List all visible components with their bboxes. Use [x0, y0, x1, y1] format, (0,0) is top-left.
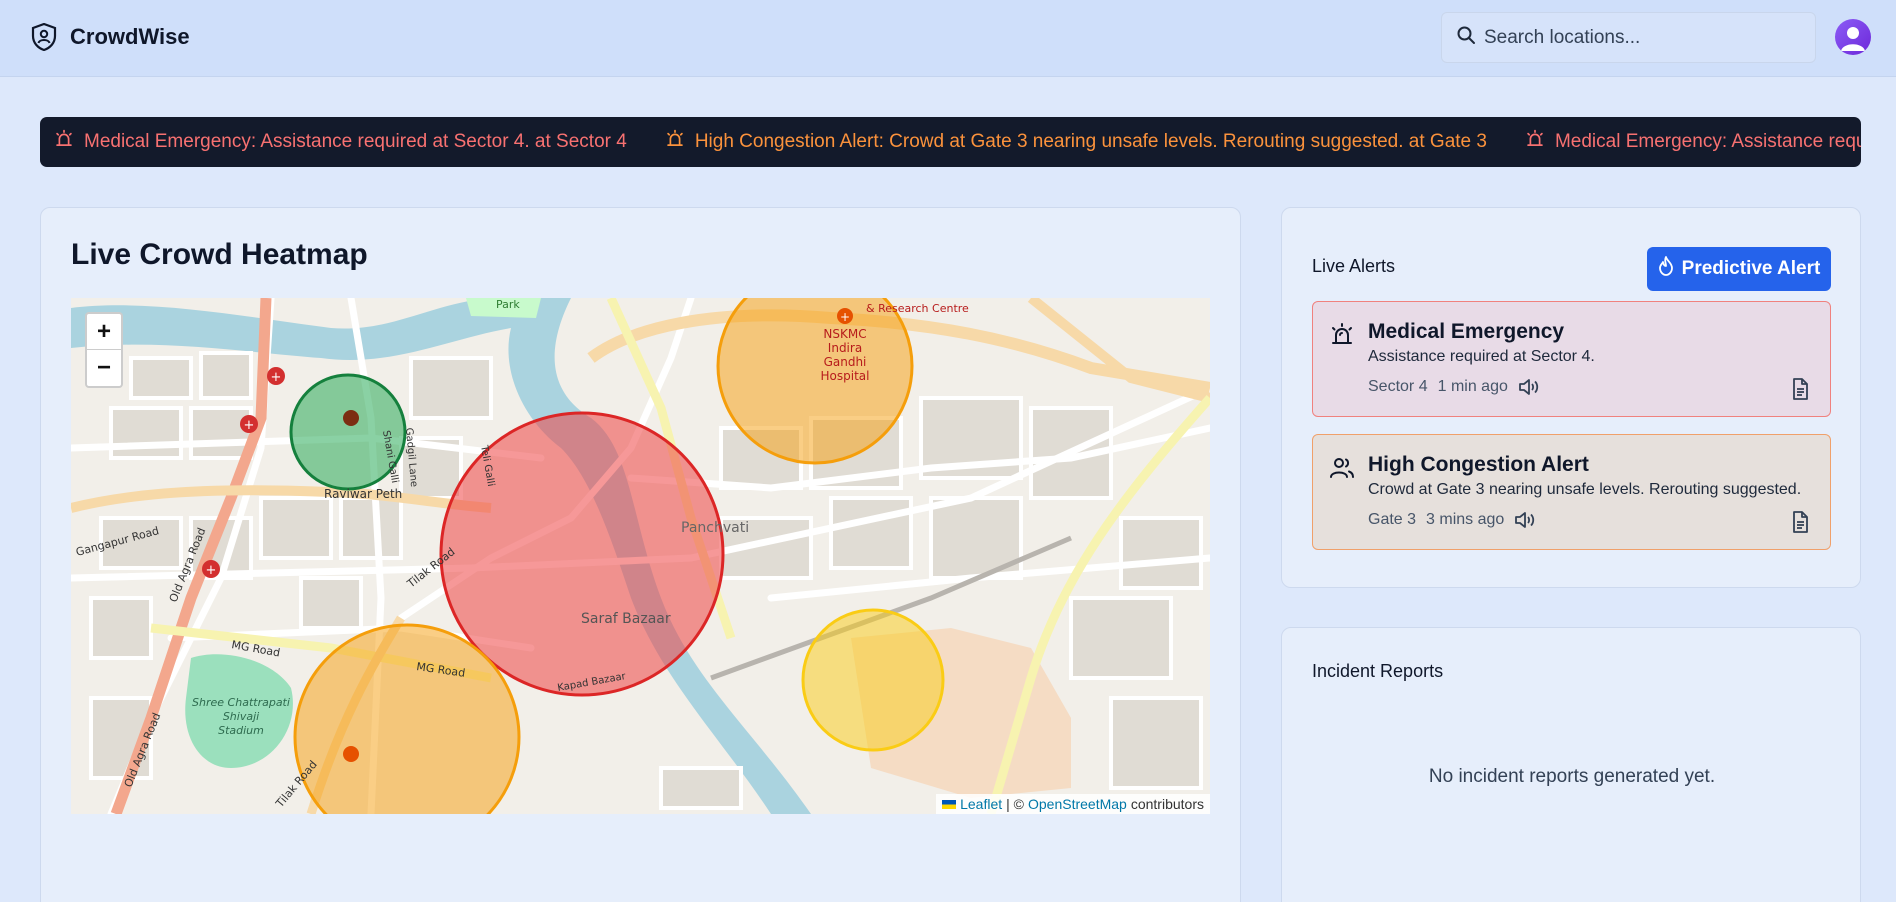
- heatmap-card: Live Crowd Heatmap + + + + Raviwar Peth …: [40, 207, 1241, 902]
- leaflet-link[interactable]: Leaflet: [960, 796, 1002, 812]
- svg-text:+: +: [840, 310, 850, 324]
- app-name: CrowdWise: [70, 24, 190, 49]
- alert-meta: Gate 3 3 mins ago: [1368, 511, 1536, 529]
- brand[interactable]: CrowdWise: [30, 22, 190, 52]
- live-alerts-card: Live Alerts Predictive Alert Medical Eme…: [1281, 207, 1861, 588]
- speaker-icon[interactable]: [1514, 511, 1536, 529]
- label-panchvati: Panchvati: [681, 520, 749, 536]
- svg-text:+: +: [206, 563, 217, 578]
- siren-icon: [665, 129, 685, 155]
- svg-text:+: +: [271, 370, 282, 385]
- search-box[interactable]: [1441, 12, 1816, 63]
- ticker-text: Medical Emergency: Assistance required a…: [1554, 131, 1861, 152]
- attribution-suffix: contributors: [1130, 796, 1204, 812]
- svg-text:+: +: [244, 418, 255, 433]
- map-canvas[interactable]: + + + + Raviwar Peth Saraf Bazaar Panchv…: [71, 298, 1210, 814]
- incident-empty-state: No incident reports generated yet.: [1428, 766, 1716, 787]
- avatar[interactable]: [1835, 19, 1871, 55]
- siren-icon: [1525, 129, 1545, 155]
- search-input[interactable]: [1484, 26, 1804, 49]
- search-icon: [1456, 25, 1476, 50]
- label-hospital-4: Hospital: [821, 369, 870, 383]
- label-hospital-1: NSKMC: [823, 327, 866, 341]
- speaker-icon[interactable]: [1518, 378, 1540, 396]
- ticker-track: Medical Emergency: Assistance required a…: [54, 117, 1861, 167]
- users-icon: [1329, 455, 1355, 481]
- zone-low-medium[interactable]: [801, 608, 945, 752]
- report-document-icon[interactable]: [1790, 378, 1810, 400]
- flame-icon: [1658, 256, 1674, 282]
- alert-description: Crowd at Gate 3 nearing unsafe levels. R…: [1368, 481, 1802, 498]
- alert-title: High Congestion Alert: [1368, 453, 1589, 476]
- siren-icon: [54, 129, 74, 155]
- incident-reports-title: Incident Reports: [1312, 661, 1444, 681]
- label-park: Park: [496, 298, 520, 311]
- alert-location: Gate 3: [1368, 511, 1417, 528]
- ukraine-flag-icon: [942, 799, 957, 809]
- alert-ticker: Medical Emergency: Assistance required a…: [40, 117, 1861, 167]
- label-research-centre: & Research Centre: [866, 302, 969, 315]
- alert-meta: Sector 4 1 min ago: [1368, 378, 1540, 396]
- osm-link[interactable]: OpenStreetMap: [1028, 796, 1127, 812]
- label-stadium-1: Shree Chattrapati: [192, 696, 290, 709]
- ticker-item[interactable]: Medical Emergency: Assistance required a…: [1525, 129, 1861, 155]
- ticker-text: High Congestion Alert: Crowd at Gate 3 n…: [694, 131, 1487, 152]
- map-attribution: Leaflet | © OpenStreetMap contributors: [936, 794, 1210, 814]
- heatmap-map[interactable]: + + + + Raviwar Peth Saraf Bazaar Panchv…: [71, 298, 1210, 814]
- heatmap-title: Live Crowd Heatmap: [71, 238, 368, 271]
- report-document-icon[interactable]: [1790, 511, 1810, 533]
- attribution-separator: | ©: [1006, 796, 1024, 812]
- zoom-control: + −: [85, 312, 123, 388]
- alert-location: Sector 4: [1368, 378, 1428, 395]
- label-raviwar-peth: Raviwar Peth: [324, 487, 402, 501]
- label-saraf-bazaar: Saraf Bazaar: [581, 611, 671, 627]
- siren-icon: [1329, 322, 1355, 348]
- zoom-in-button[interactable]: +: [87, 314, 121, 350]
- ticker-item[interactable]: Medical Emergency: Assistance required a…: [54, 129, 627, 155]
- shield-icon: [30, 22, 58, 52]
- predictive-alert-button[interactable]: Predictive Alert: [1647, 247, 1831, 291]
- label-stadium-3: Stadium: [218, 724, 264, 737]
- incident-reports-card: Incident Reports No incident reports gen…: [1281, 627, 1861, 902]
- alert-item[interactable]: Medical Emergency Assistance required at…: [1312, 301, 1831, 417]
- label-hospital-3: Gandhi: [824, 355, 867, 369]
- predictive-alert-label: Predictive Alert: [1681, 258, 1821, 279]
- alert-time: 1 min ago: [1437, 378, 1508, 395]
- live-alerts-title: Live Alerts: [1312, 256, 1396, 276]
- alert-time: 3 mins ago: [1426, 511, 1505, 528]
- top-header: CrowdWise: [0, 0, 1896, 77]
- zoom-out-button[interactable]: −: [87, 350, 121, 386]
- alert-title: Medical Emergency: [1368, 320, 1565, 343]
- label-stadium-2: Shivaji: [223, 710, 259, 723]
- label-hospital-2: Indira: [828, 341, 862, 355]
- ticker-item[interactable]: High Congestion Alert: Crowd at Gate 3 n…: [665, 129, 1487, 155]
- ticker-text: Medical Emergency: Assistance required a…: [84, 131, 627, 152]
- alert-description: Assistance required at Sector 4.: [1368, 348, 1595, 365]
- alert-item[interactable]: High Congestion Alert Crowd at Gate 3 ne…: [1312, 434, 1831, 550]
